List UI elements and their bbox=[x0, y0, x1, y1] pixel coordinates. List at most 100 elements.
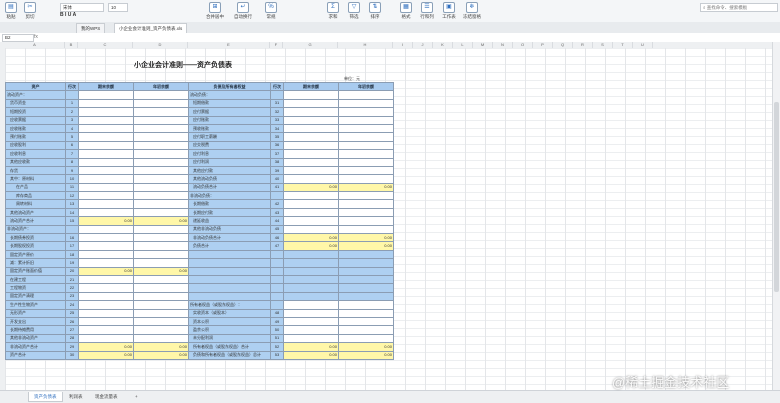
amount-cell[interactable] bbox=[338, 249, 394, 260]
header-cell[interactable]: 期末余额 bbox=[283, 81, 339, 92]
line-number-cell[interactable]: 25 bbox=[65, 308, 79, 318]
amount-cell[interactable] bbox=[78, 316, 134, 327]
item-label-cell[interactable]: 长期债券投资 bbox=[5, 233, 66, 243]
line-number-cell[interactable]: 50 bbox=[270, 325, 284, 335]
line-number-cell[interactable]: 29 bbox=[65, 342, 79, 352]
amount-cell[interactable] bbox=[283, 165, 339, 176]
item-label-cell[interactable]: 短期投资 bbox=[5, 107, 66, 117]
amount-cell[interactable] bbox=[283, 98, 339, 109]
amount-cell[interactable] bbox=[78, 149, 134, 159]
header-cell[interactable]: 行次 bbox=[65, 81, 79, 92]
item-label-cell[interactable]: 长期应付款 bbox=[188, 207, 271, 218]
item-label-cell[interactable]: 资产合计 bbox=[5, 350, 66, 360]
amount-cell[interactable] bbox=[78, 291, 134, 302]
line-number-cell[interactable]: 51 bbox=[270, 333, 284, 344]
item-label-cell[interactable]: 应收票据 bbox=[5, 115, 66, 125]
amount-cell[interactable] bbox=[283, 266, 339, 277]
amount-cell[interactable] bbox=[283, 291, 339, 302]
line-number-cell[interactable] bbox=[270, 258, 284, 268]
item-label-cell[interactable]: 预付账款 bbox=[5, 132, 66, 142]
amount-cell[interactable]: 0.00 bbox=[78, 216, 134, 226]
item-label-cell[interactable]: 固定资产原价 bbox=[5, 249, 66, 260]
amount-cell[interactable] bbox=[338, 115, 394, 125]
header-cell[interactable]: 年初余额 bbox=[338, 81, 394, 92]
item-label-cell[interactable]: 其他非流动负债 bbox=[188, 224, 271, 235]
vertical-scrollbar[interactable] bbox=[772, 42, 780, 390]
item-label-cell[interactable]: 其他流动负债 bbox=[188, 174, 271, 184]
tab-workbook[interactable]: 小企业会计准则_资产负债表.xls bbox=[114, 23, 188, 33]
line-number-cell[interactable]: 5 bbox=[65, 132, 79, 142]
item-label-cell[interactable]: 其他应收款 bbox=[5, 157, 66, 167]
header-cell[interactable]: 行次 bbox=[270, 81, 284, 92]
amount-cell[interactable] bbox=[133, 123, 189, 134]
amount-cell[interactable] bbox=[133, 149, 189, 159]
line-number-cell[interactable]: 15 bbox=[65, 216, 79, 226]
line-number-cell[interactable]: 8 bbox=[65, 157, 79, 167]
line-number-cell[interactable]: 45 bbox=[270, 224, 284, 235]
line-number-cell[interactable]: 36 bbox=[270, 140, 284, 151]
amount-cell[interactable] bbox=[338, 216, 394, 226]
amount-cell[interactable] bbox=[283, 207, 339, 218]
line-number-cell[interactable]: 49 bbox=[270, 316, 284, 327]
amount-cell[interactable] bbox=[338, 258, 394, 268]
item-label-cell[interactable]: 未分配利润 bbox=[188, 333, 271, 344]
item-label-cell[interactable]: 应付账款 bbox=[188, 115, 271, 125]
amount-cell[interactable]: 0.00 bbox=[78, 266, 134, 277]
item-label-cell[interactable] bbox=[188, 266, 271, 277]
amount-cell[interactable] bbox=[78, 274, 134, 285]
amount-cell[interactable] bbox=[78, 241, 134, 251]
amount-cell[interactable] bbox=[78, 325, 134, 335]
line-number-cell[interactable]: 52 bbox=[270, 342, 284, 352]
amount-cell[interactable] bbox=[133, 241, 189, 251]
item-label-cell[interactable]: 减：累计折旧 bbox=[5, 258, 66, 268]
item-label-cell[interactable]: 应收股利 bbox=[5, 140, 66, 151]
amount-cell[interactable] bbox=[133, 258, 189, 268]
amount-cell[interactable]: 0.00 bbox=[338, 342, 394, 352]
line-number-cell[interactable] bbox=[65, 224, 79, 235]
amount-cell[interactable] bbox=[78, 308, 134, 318]
item-label-cell[interactable]: 货币资金 bbox=[5, 98, 66, 109]
amount-cell[interactable] bbox=[283, 157, 339, 167]
amount-cell[interactable] bbox=[133, 300, 189, 310]
line-number-cell[interactable]: 35 bbox=[270, 132, 284, 142]
amount-cell[interactable]: 0.00 bbox=[338, 233, 394, 243]
amount-cell[interactable] bbox=[133, 291, 189, 302]
amount-cell[interactable] bbox=[338, 98, 394, 109]
header-cell[interactable]: 年初余额 bbox=[133, 81, 189, 92]
line-number-cell[interactable]: 12 bbox=[65, 191, 79, 201]
amount-cell[interactable] bbox=[133, 233, 189, 243]
line-number-cell[interactable]: 26 bbox=[65, 316, 79, 327]
line-number-cell[interactable]: 9 bbox=[65, 165, 79, 176]
amount-cell[interactable]: 0.00 bbox=[338, 182, 394, 193]
amount-cell[interactable] bbox=[338, 123, 394, 134]
item-label-cell[interactable]: 固定资产清理 bbox=[5, 291, 66, 302]
amount-cell[interactable] bbox=[338, 266, 394, 277]
amount-cell[interactable] bbox=[78, 90, 134, 100]
item-label-cell[interactable]: 存货 bbox=[5, 165, 66, 176]
line-number-cell[interactable] bbox=[270, 249, 284, 260]
item-label-cell[interactable]: 应付职工薪酬 bbox=[188, 132, 271, 142]
format-buttons[interactable]: B I U A bbox=[60, 12, 76, 18]
amount-cell[interactable]: 0.00 bbox=[283, 342, 339, 352]
add-sheet-button[interactable]: + bbox=[130, 392, 143, 401]
item-label-cell[interactable]: 应付利息 bbox=[188, 149, 271, 159]
scroll-thumb[interactable] bbox=[774, 102, 779, 292]
amount-cell[interactable] bbox=[78, 115, 134, 125]
amount-cell[interactable] bbox=[283, 325, 339, 335]
freeze-panes-button[interactable]: ❄ 冻结窗格 bbox=[462, 2, 482, 20]
amount-cell[interactable] bbox=[78, 107, 134, 117]
merge-center-button[interactable]: ⊞ 合并居中 bbox=[204, 2, 226, 20]
item-label-cell[interactable]: 其中：原材料 bbox=[5, 174, 66, 184]
amount-cell[interactable]: 0.00 bbox=[133, 266, 189, 277]
amount-cell[interactable] bbox=[283, 191, 339, 201]
amount-cell[interactable] bbox=[133, 107, 189, 117]
line-number-cell[interactable] bbox=[270, 191, 284, 201]
font-size-select[interactable]: 10 bbox=[108, 3, 128, 12]
amount-cell[interactable] bbox=[338, 308, 394, 318]
line-number-cell[interactable] bbox=[270, 300, 284, 310]
item-label-cell[interactable]: 其他非流动资产 bbox=[5, 333, 66, 344]
amount-cell[interactable] bbox=[338, 333, 394, 344]
amount-cell[interactable] bbox=[338, 90, 394, 100]
amount-cell[interactable]: 0.00 bbox=[283, 233, 339, 243]
amount-cell[interactable]: 0.00 bbox=[78, 342, 134, 352]
